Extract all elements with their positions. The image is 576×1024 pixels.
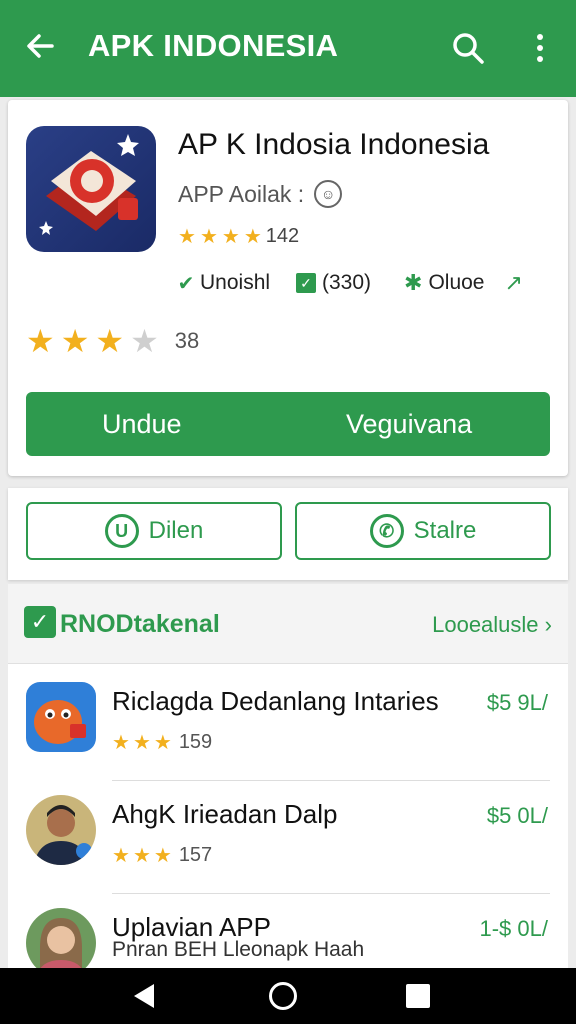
app-subtitle-text: APP Aoilak :	[178, 180, 305, 207]
list-item[interactable]: Riclagda Dedanlang Intaries $5 9L/ ★ ★ ★…	[8, 668, 568, 781]
section-more-link[interactable]: Looealusle ›	[432, 612, 552, 638]
star-icon: ★	[153, 732, 172, 754]
list-item[interactable]: Uplavian APP 1-$ 0L/ Pnran BEH Lleonapk …	[8, 894, 568, 978]
install-button[interactable]: Undue Veguivana	[26, 392, 550, 456]
star-icon: ★	[132, 845, 151, 867]
list-item-price: 1-$ 0L/	[479, 916, 549, 941]
meta-item-2: ✓ (330)	[296, 271, 404, 295]
star-icon: ★	[132, 732, 151, 754]
u-circle-icon: U	[104, 514, 139, 548]
meta-item-1: ✔ Unoishl	[178, 271, 296, 295]
checkbox-icon: ✓	[24, 606, 56, 638]
big-rating: ★ ★ ★ ★ 38	[26, 322, 199, 360]
section-header: ✓ RNODtakenal Looealusle ›	[8, 584, 568, 664]
nav-recents-icon[interactable]	[406, 984, 430, 1008]
outline-button-1[interactable]: U Dilen	[26, 502, 282, 560]
avatar	[26, 795, 96, 865]
app-thumbnail	[26, 682, 96, 752]
star-icon: ★	[26, 323, 55, 359]
share-arrow-icon[interactable]: ↗	[504, 270, 522, 296]
star-icon: ★	[95, 323, 125, 359]
section-title: RNODtakenal	[60, 610, 220, 638]
install-button-left-label: Undue	[102, 409, 182, 439]
star-icon: ★	[178, 226, 196, 248]
outline-button-2-label: Stalre	[413, 517, 477, 544]
list-item[interactable]: AhgK Irieadan Dalp $5 0L/ ★ ★ ★ 157	[8, 781, 568, 894]
rating-count: 142	[265, 225, 300, 247]
star-icon: ★	[112, 845, 130, 867]
star-icon: ★	[221, 226, 240, 248]
nav-back-icon[interactable]	[134, 984, 154, 1008]
meta-item-2-label: (330)	[322, 271, 372, 294]
section-more-label: Looealusle	[432, 612, 539, 637]
asterisk-icon: ✱	[404, 270, 423, 295]
outline-button-2[interactable]: ✆ Stalre	[295, 502, 551, 560]
related-apps-section: ✓ RNODtakenal Looealusle › Riclagda Deda…	[8, 584, 568, 978]
actions-card: U Dilen ✆ Stalre	[8, 488, 568, 580]
app-bar-title: APK INDONESIA	[88, 28, 339, 63]
arrow-left-icon[interactable]	[22, 28, 58, 64]
list-item-name: AhgK Irieadan Dalp	[112, 799, 338, 829]
more-vert-icon[interactable]	[528, 30, 552, 66]
smiley-icon: ☺	[314, 180, 343, 208]
app-subtitle: APP Aoilak : ☺	[178, 180, 343, 208]
app-rating: ★ ★ ★ ★ 142	[178, 224, 299, 249]
install-button-right-label: Veguivana	[346, 409, 473, 439]
app-name: AP K Indosia Indonesia	[178, 128, 490, 161]
app-bar: APK INDONESIA	[0, 0, 576, 97]
outline-button-1-label: Dilen	[148, 517, 204, 544]
list-item-rating-count: 159	[178, 731, 213, 753]
app-meta: ✔ Unoishl ✓ (330) ✱ Oluoe ↗	[178, 270, 558, 296]
list-item-price: $5 0L/	[486, 803, 548, 828]
star-icon: ★	[243, 226, 262, 248]
star-empty-icon: ★	[130, 323, 159, 359]
big-rating-count: 38	[174, 328, 200, 353]
nav-home-icon[interactable]	[269, 982, 297, 1010]
list-item-rating: ★ ★ ★ 157	[112, 843, 212, 868]
search-icon[interactable]	[450, 30, 486, 66]
star-icon: ★	[60, 323, 90, 359]
list-item-name: Riclagda Dedanlang Intaries	[112, 686, 439, 716]
checkbox-icon: ✓	[296, 273, 316, 293]
list-item-rating: ★ ★ ★ 159	[112, 730, 212, 755]
check-icon: ✔	[177, 272, 195, 295]
list-item-rating-count: 157	[178, 844, 213, 866]
star-icon: ★	[153, 845, 172, 867]
meta-item-3-label: Oluoe	[428, 271, 485, 294]
phone-circle-icon: ✆	[369, 514, 404, 548]
star-icon: ★	[112, 732, 130, 754]
app-logo-icon	[26, 126, 156, 252]
list-item-subtitle: Pnran BEH Lleonapk Haah	[112, 938, 365, 961]
app-detail-card: AP K Indosia Indonesia APP Aoilak : ☺ ★ …	[8, 100, 568, 476]
system-nav-bar	[0, 968, 576, 1024]
star-icon: ★	[199, 226, 218, 248]
meta-item-1-label: Unoishl	[200, 271, 271, 294]
list-item-price: $5 9L/	[486, 690, 548, 715]
meta-item-3[interactable]: ✱ Oluoe ↗	[404, 270, 523, 296]
